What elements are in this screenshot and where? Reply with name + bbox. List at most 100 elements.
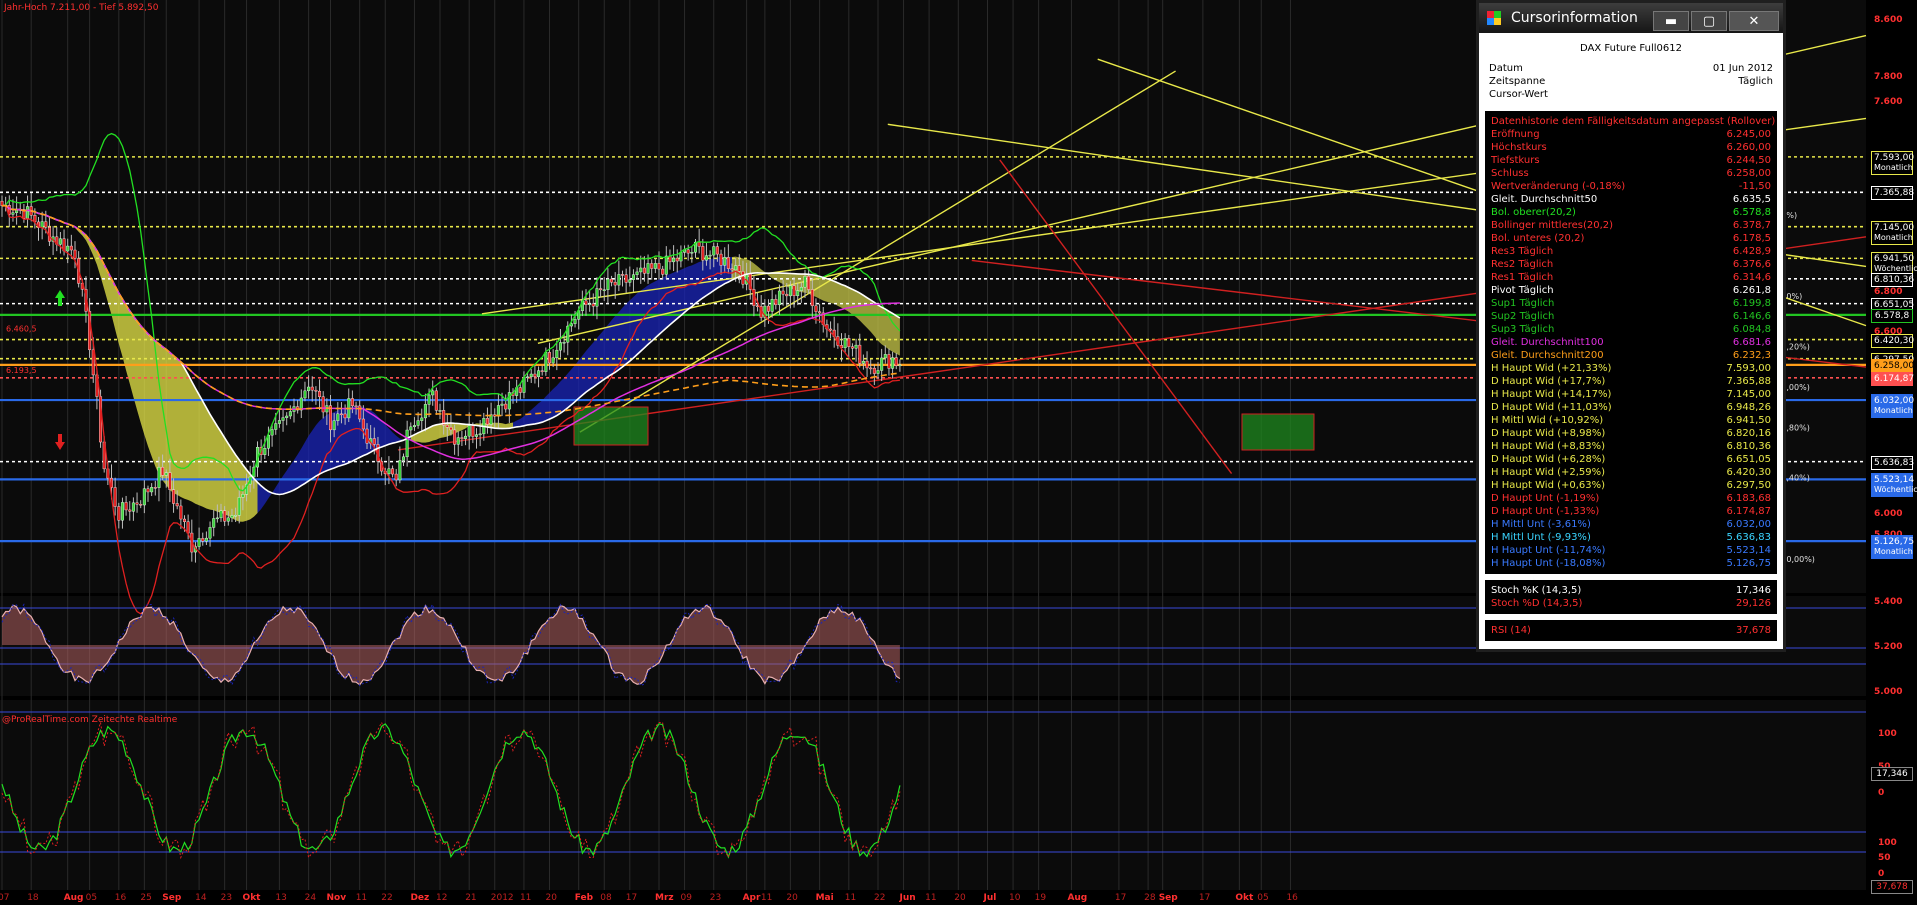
x-tick-label: 25 <box>140 893 151 903</box>
candle-body <box>861 360 865 364</box>
candle-body <box>175 503 179 507</box>
x-tick-label: 17 <box>626 893 637 903</box>
x-tick-label: Sep <box>162 893 182 903</box>
candle-body <box>621 274 625 276</box>
x-tick-label: 11 <box>356 893 367 903</box>
candle-body <box>799 286 803 291</box>
row-value: 6.261,8 <box>1732 285 1771 296</box>
stoch-label: Stoch %K (14,3,5) <box>1491 585 1582 596</box>
datum-value: 01 Jun 2012 <box>1712 63 1773 74</box>
candle-body <box>767 305 771 312</box>
x-tick-label: Okt <box>243 893 262 903</box>
candle-body <box>270 429 274 436</box>
candle-body <box>237 497 241 516</box>
rsi-values: RSI (14) 37,678 <box>1485 620 1777 641</box>
candle-body <box>610 278 614 283</box>
candle-body <box>120 502 124 521</box>
candle-body <box>69 245 73 251</box>
candle-body <box>434 390 438 411</box>
x-tick-label: Sep <box>1159 893 1179 903</box>
candle-body <box>558 342 562 351</box>
close-icon[interactable]: ✕ <box>1729 11 1779 31</box>
y-tick-label: 5.400 <box>1874 597 1902 607</box>
candle-body <box>153 487 157 489</box>
candle-body <box>263 448 267 455</box>
price-level-label: 7.145,00 Monatlich <box>1871 220 1914 245</box>
candle-body <box>182 518 186 522</box>
candle-body <box>880 357 884 371</box>
datum-label: Datum <box>1489 63 1523 74</box>
x-tick-label: 16 <box>115 893 127 903</box>
cursor-value-row: Bol. oberer(20,2) 6.578,8 <box>1491 206 1771 219</box>
x-tick-label: Mai <box>816 893 834 903</box>
candle-body <box>467 425 471 437</box>
candle-body <box>500 403 504 406</box>
candle-body <box>613 281 617 286</box>
candle-body <box>157 466 161 488</box>
candle-body <box>639 267 643 273</box>
candle-body <box>631 274 635 280</box>
candle-body <box>212 518 216 528</box>
candle-body <box>661 268 665 275</box>
x-tick-label: Apr <box>743 893 761 903</box>
candle-body <box>223 510 227 522</box>
row-value: 6.174,87 <box>1726 506 1771 517</box>
price-level-label: 5.523,14Wöchentlich <box>1871 473 1917 498</box>
cursor-value-row: H Haupt Wid (+21,33%) 7.593,00 <box>1491 362 1771 375</box>
candle-body <box>303 390 307 399</box>
row-value: -11,50 <box>1738 181 1771 192</box>
rsi-label: RSI (14) <box>1491 625 1531 636</box>
candle-body <box>548 352 552 364</box>
candle-body <box>475 434 479 437</box>
x-tick-label: 22 <box>381 893 392 903</box>
stoch-value: 17,346 <box>1736 585 1771 596</box>
x-tick-label: 12 <box>436 893 447 903</box>
candle-body <box>712 246 716 256</box>
candle-body <box>628 279 632 283</box>
row-label: H Mittl Unt (-9,93%) <box>1491 532 1591 543</box>
cursor-value-row: Gleit. Durchschnitt100 6.681,6 <box>1491 336 1771 349</box>
cursor-value-row: H Mittl Unt (-9,93%) 5.636,83 <box>1491 531 1771 544</box>
window-titlebar[interactable]: Cursorinformation ▬ ▢ ✕ <box>1479 3 1783 33</box>
candle-body <box>387 468 391 475</box>
x-tick-label: 07 <box>0 893 9 903</box>
candle-body <box>431 390 435 396</box>
row-label: H Haupt Wid (+14,17%) <box>1491 389 1612 400</box>
cursor-information-window[interactable]: Cursorinformation ▬ ▢ ✕ DAX Future Full061… <box>1476 0 1786 652</box>
candle-body <box>485 418 489 425</box>
maximize-icon[interactable]: ▢ <box>1691 11 1727 31</box>
instrument-name: DAX Future Full0612 <box>1580 43 1682 54</box>
copyright-text: @ProRealTime.com Zeitechte Realtime <box>2 715 178 725</box>
candle-body <box>584 300 588 306</box>
row-value: 6.146,6 <box>1732 311 1771 322</box>
stoch-label: Stoch %D (14,3,5) <box>1491 598 1583 609</box>
row-value: 6.178,5 <box>1732 233 1771 244</box>
row-value: 6.578,8 <box>1732 207 1771 218</box>
candle-body <box>186 521 190 534</box>
price-level-label: 6.258,00 <box>1871 358 1914 373</box>
price-level-label: 6.032,00 Monatlich <box>1871 394 1914 419</box>
x-tick-label: 20 <box>786 893 798 903</box>
candle-body <box>869 367 873 370</box>
candle-body <box>646 263 650 274</box>
candle-body <box>770 299 774 312</box>
cursor-value-row: Datenhistorie dem Fälligkeitsdatum angep… <box>1491 115 1775 128</box>
candle-body <box>774 299 778 306</box>
row-value: 6.297,50 <box>1726 480 1771 491</box>
candle-body <box>329 405 333 431</box>
candle-body <box>66 245 70 252</box>
minimize-icon[interactable]: ▬ <box>1653 11 1689 31</box>
candle-body <box>606 278 610 290</box>
row-value: 6.245,00 <box>1726 129 1771 140</box>
candle-body <box>635 271 639 275</box>
row-value: 6.260,00 <box>1726 142 1771 153</box>
candle-body <box>624 274 628 283</box>
row-value: 6.314,6 <box>1732 272 1771 283</box>
candle-body <box>818 311 822 314</box>
price-level-label: 5.126,75 Monatlich <box>1871 535 1914 560</box>
row-value: 7.145,00 <box>1726 389 1771 400</box>
cursor-values-list: Datenhistorie dem Fälligkeitsdatum angep… <box>1485 111 1777 574</box>
candle-body <box>602 289 606 291</box>
candle-body <box>679 252 683 262</box>
candle-body <box>372 438 376 445</box>
